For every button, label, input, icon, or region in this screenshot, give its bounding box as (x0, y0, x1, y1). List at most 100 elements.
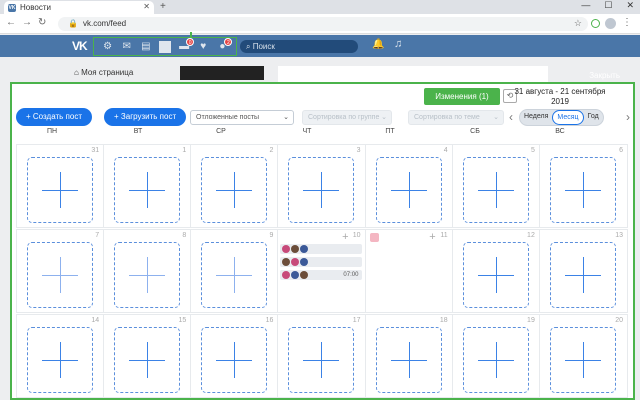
add-post-slot[interactable] (462, 327, 529, 393)
chevron-down-icon: ⌄ (283, 114, 289, 121)
vk-search-input[interactable]: ⌕ Поиск (240, 40, 358, 53)
next-period-icon[interactable]: › (626, 110, 630, 124)
search-placeholder: Поиск (252, 42, 275, 51)
scheduled-post[interactable] (280, 257, 363, 267)
add-post-slot[interactable] (549, 327, 616, 393)
create-post-button[interactable]: + Создать пост (16, 108, 92, 126)
sidebar-my-page[interactable]: ⌂ Моя страница (74, 68, 133, 77)
minimize-icon[interactable]: — (581, 0, 590, 11)
profile-avatar-icon[interactable] (605, 18, 616, 29)
cards-icon[interactable]: ▬ 0 (178, 37, 195, 53)
vk-logo[interactable]: VK (72, 39, 88, 53)
avatar (291, 258, 300, 266)
mail-icon[interactable]: ✉ (121, 41, 133, 53)
view-year-tab[interactable]: Год (584, 110, 603, 125)
view-week-tab[interactable]: Неделя (520, 110, 552, 125)
bookmark-star-icon[interactable]: ☆ (574, 18, 582, 29)
upload-post-button[interactable]: + Загрузить пост (104, 108, 187, 126)
search-icon: ⌕ (246, 42, 253, 51)
scheduled-post[interactable]: 07:00 (280, 270, 363, 280)
avatar (282, 258, 291, 266)
calendar-day: 18 (366, 315, 453, 397)
heart-icon[interactable]: ♥ (197, 41, 209, 53)
scheduled-post[interactable] (280, 244, 363, 254)
add-post-slot[interactable] (462, 157, 529, 223)
avatar (282, 271, 291, 279)
extension-icon[interactable] (591, 19, 600, 28)
forward-icon[interactable]: → (22, 17, 32, 28)
back-icon[interactable]: ← (6, 17, 16, 28)
settings-gear-icon[interactable]: ⚙ (102, 41, 114, 53)
add-post-plus-icon[interactable]: + (429, 231, 435, 243)
add-post-slot[interactable] (375, 327, 442, 393)
address-bar[interactable]: 🔒 vk.com/feed (58, 17, 588, 31)
music-note-icon[interactable]: ♫ (394, 38, 402, 50)
avatar (300, 258, 309, 266)
prev-period-icon[interactable]: ‹ (509, 110, 513, 124)
add-post-slot[interactable] (201, 327, 268, 393)
weekday-fri: ПТ (385, 128, 395, 135)
add-post-slot[interactable] (27, 157, 93, 223)
new-tab-icon[interactable]: + (160, 1, 166, 12)
changes-button[interactable]: Изменения (1) (424, 88, 500, 105)
calendar-day: 20 (540, 315, 627, 397)
calendar-day: 31 (17, 145, 105, 227)
day-number: 19 (527, 317, 535, 324)
browser-tab[interactable]: VK Новости ✕ (4, 1, 154, 14)
calendar-day: 1 (104, 145, 192, 227)
day-number: 2 (269, 147, 274, 154)
add-post-plus-icon[interactable]: + (342, 231, 348, 243)
add-post-slot[interactable] (27, 242, 93, 308)
weekday-thu: ЧТ (302, 128, 312, 135)
add-post-slot[interactable] (114, 157, 181, 223)
vk-favicon-icon: VK (8, 3, 16, 12)
sort-by-group-select[interactable]: Сортировка по группе ⌄ (302, 110, 392, 125)
close-overlay-button[interactable]: Закрыть (589, 71, 620, 80)
weekday-sun: ВС (555, 128, 565, 135)
weekday-sat: СБ (470, 128, 480, 135)
post-time: 07:00 (343, 272, 359, 278)
day-number: 17 (352, 317, 361, 324)
notifications-bell-icon[interactable]: 🔔 (372, 39, 384, 50)
add-post-slot[interactable] (201, 157, 268, 223)
browser-tab-strip: VK Новости ✕ + — ☐ ✕ (0, 0, 640, 14)
reload-icon[interactable]: ↻ (38, 17, 46, 28)
calendar-day: 14 (17, 315, 105, 397)
layout-icon[interactable]: ▤ (140, 41, 152, 53)
calendar-day: + 10 07:00 (278, 230, 366, 312)
close-window-icon[interactable]: ✕ (626, 0, 634, 11)
weekday-tue: ВТ (133, 128, 143, 135)
add-post-slot[interactable] (288, 157, 355, 223)
add-post-slot[interactable] (114, 242, 181, 308)
view-switcher: Неделя Месяц Год (519, 109, 604, 126)
view-month-tab[interactable]: Месяц (552, 110, 584, 125)
calendar-week: 7 8 9 + 10 07:00 + 11 12 13 (16, 229, 628, 313)
add-post-slot[interactable] (549, 242, 616, 308)
browser-menu-icon[interactable]: ⋮ (622, 17, 632, 28)
day-number: 16 (265, 317, 274, 324)
add-post-slot[interactable] (549, 157, 616, 223)
add-post-slot[interactable] (288, 327, 355, 393)
calendar-day: 2 (191, 145, 279, 227)
weekday-wed: СР (216, 128, 226, 135)
add-post-slot[interactable] (201, 242, 268, 308)
plus-icon: + (26, 112, 33, 121)
add-post-slot[interactable] (27, 327, 93, 393)
add-post-slot[interactable] (375, 157, 442, 223)
user-icon[interactable]: ● 2 (216, 37, 233, 53)
close-tab-icon[interactable]: ✕ (143, 2, 150, 11)
add-post-slot[interactable] (462, 242, 529, 308)
post-thumbnail[interactable] (369, 233, 379, 242)
add-post-slot[interactable] (114, 327, 181, 393)
calendar-day: 17 (278, 315, 366, 397)
day-number: 4 (443, 147, 448, 154)
sort-by-theme-select[interactable]: Сортировка по теме ⌄ (408, 110, 504, 125)
day-number: 11 (440, 232, 448, 239)
maximize-icon[interactable]: ☐ (604, 0, 612, 11)
day-number: 20 (615, 317, 623, 324)
calendar-day: 6 (540, 145, 627, 227)
calendar-grid-icon[interactable] (158, 40, 171, 53)
deferred-posts-select[interactable]: Отложенные посты ⌄ (190, 110, 294, 125)
calendar-day: 15 (104, 315, 192, 397)
day-number: 13 (615, 232, 623, 239)
